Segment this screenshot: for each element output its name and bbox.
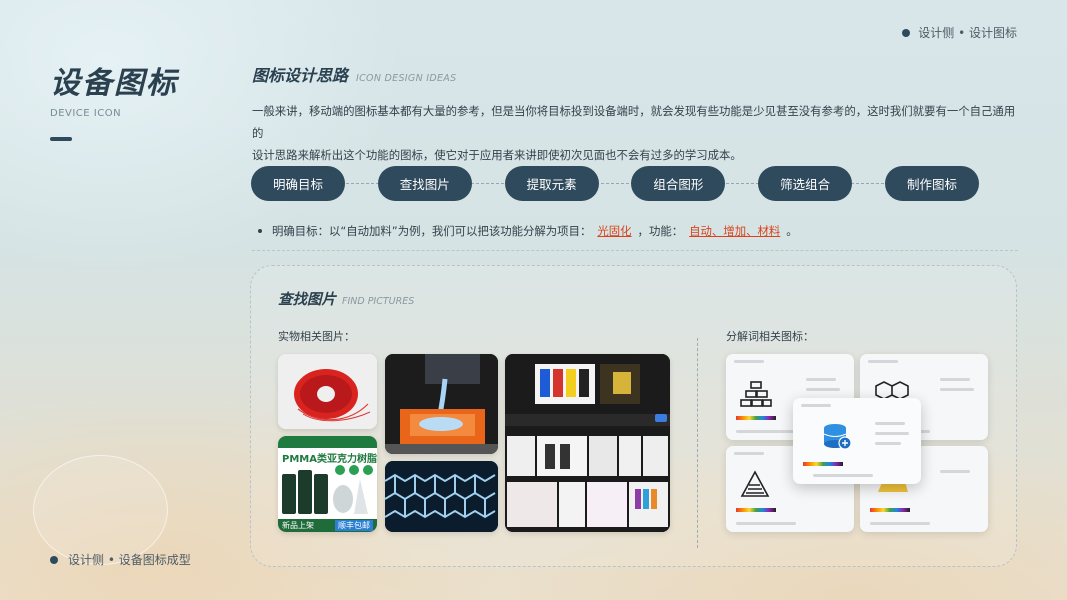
title-underline xyxy=(50,137,72,141)
ad-shipping-label: 顺丰包邮 xyxy=(335,520,373,531)
panel-heading: 查找图片 FIND PICTURES xyxy=(278,288,414,309)
icon-references-label: 分解词相关图标： xyxy=(726,330,814,343)
step-extract-elements[interactable]: 提取元素 xyxy=(504,166,599,201)
footer-caption: 设计侧 • 设备图标成型 xyxy=(50,551,191,568)
ad-new-label: 新品上架 xyxy=(282,521,314,530)
section-heading: 图标设计思路 ICON DESIGN IDEAS xyxy=(252,62,456,86)
panel-title: 查找图片 xyxy=(278,292,336,308)
icon-ref-card-featured[interactable] xyxy=(793,398,921,484)
triangle-document-icon xyxy=(740,470,770,497)
search-results-screenshot[interactable] xyxy=(505,354,670,532)
bullet-dot-icon xyxy=(902,28,911,37)
intro-line: 一般来讲，移动端的图标基本都有大量的参考，但是当你将目标投到设备端时，就会发现有… xyxy=(252,104,1016,140)
panel-title-en: FIND PICTURES xyxy=(342,296,415,307)
filament-spool-image[interactable] xyxy=(278,354,377,429)
process-steps: 明确目标 查找图片 提取元素 组合图形 筛选组合 制作图标 xyxy=(251,166,979,201)
goal-suffix: 。 xyxy=(786,224,798,238)
step-define-goal[interactable]: 明确目标 xyxy=(251,166,345,201)
step-combine-shapes[interactable]: 组合图形 xyxy=(631,166,726,201)
intro-paragraph: 一般来讲，移动端的图标基本都有大量的参考，但是当你将目标投到设备端时，就会发现有… xyxy=(252,100,1022,166)
find-pictures-panel: 查找图片 FIND PICTURES 实物相关图片： 分解词相关图标： PMMA… xyxy=(250,265,1017,567)
stacked-bars-icon xyxy=(740,381,772,407)
page-subtitle: DEVICE ICON xyxy=(50,108,122,119)
goal-functions: 自动、增加、材料 xyxy=(689,224,781,238)
decorative-circle xyxy=(33,455,168,565)
goal-project: 光固化 xyxy=(597,224,632,238)
resin-pour-image[interactable] xyxy=(385,354,498,454)
section-title: 图标设计思路 xyxy=(252,66,349,85)
ad-header-bar xyxy=(278,436,377,448)
bullet-icon xyxy=(258,229,262,233)
database-add-icon xyxy=(823,424,852,450)
hex-lattice-image[interactable] xyxy=(385,461,498,532)
step-find-pictures[interactable]: 查找图片 xyxy=(377,166,472,201)
intro-line: 设计思路来解析出这个功能的图标，使它对于应用者来讲即使初次见面也不会有过多的学习… xyxy=(252,148,742,162)
page-title: 设备图标 xyxy=(50,66,178,101)
goal-prefix: 明确目标：以“自动加料”为例，我们可以把该功能分解为项目： xyxy=(272,224,592,238)
section-title-en: ICON DESIGN IDEAS xyxy=(356,73,457,84)
step-make-icon[interactable]: 制作图标 xyxy=(884,166,979,201)
footer-text: 设计侧 • 设备图标成型 xyxy=(68,553,191,567)
pmma-resin-ad-image[interactable]: PMMA类亚克力树脂 新品上架 顺丰包邮 xyxy=(278,436,377,532)
side-title: 设备图标 DEVICE ICON xyxy=(50,58,178,141)
step-filter-combos[interactable]: 筛选组合 xyxy=(758,166,853,201)
goal-middle: ，功能： xyxy=(637,224,684,238)
ad-title: PMMA类亚克力树脂 xyxy=(282,454,377,465)
panel-separator xyxy=(697,338,698,548)
goal-statement: 明确目标：以“自动加料”为例，我们可以把该功能分解为项目： 光固化 ，功能： 自动、增… xyxy=(258,223,798,239)
divider xyxy=(252,250,1018,251)
breadcrumb-text: 设计侧 • 设计图标 xyxy=(918,26,1017,40)
breadcrumb: 设计侧 • 设计图标 xyxy=(902,24,1017,41)
ad-footer: 新品上架 顺丰包邮 xyxy=(278,519,377,532)
bullet-dot-icon xyxy=(50,555,58,564)
real-pictures-label: 实物相关图片： xyxy=(278,330,355,343)
